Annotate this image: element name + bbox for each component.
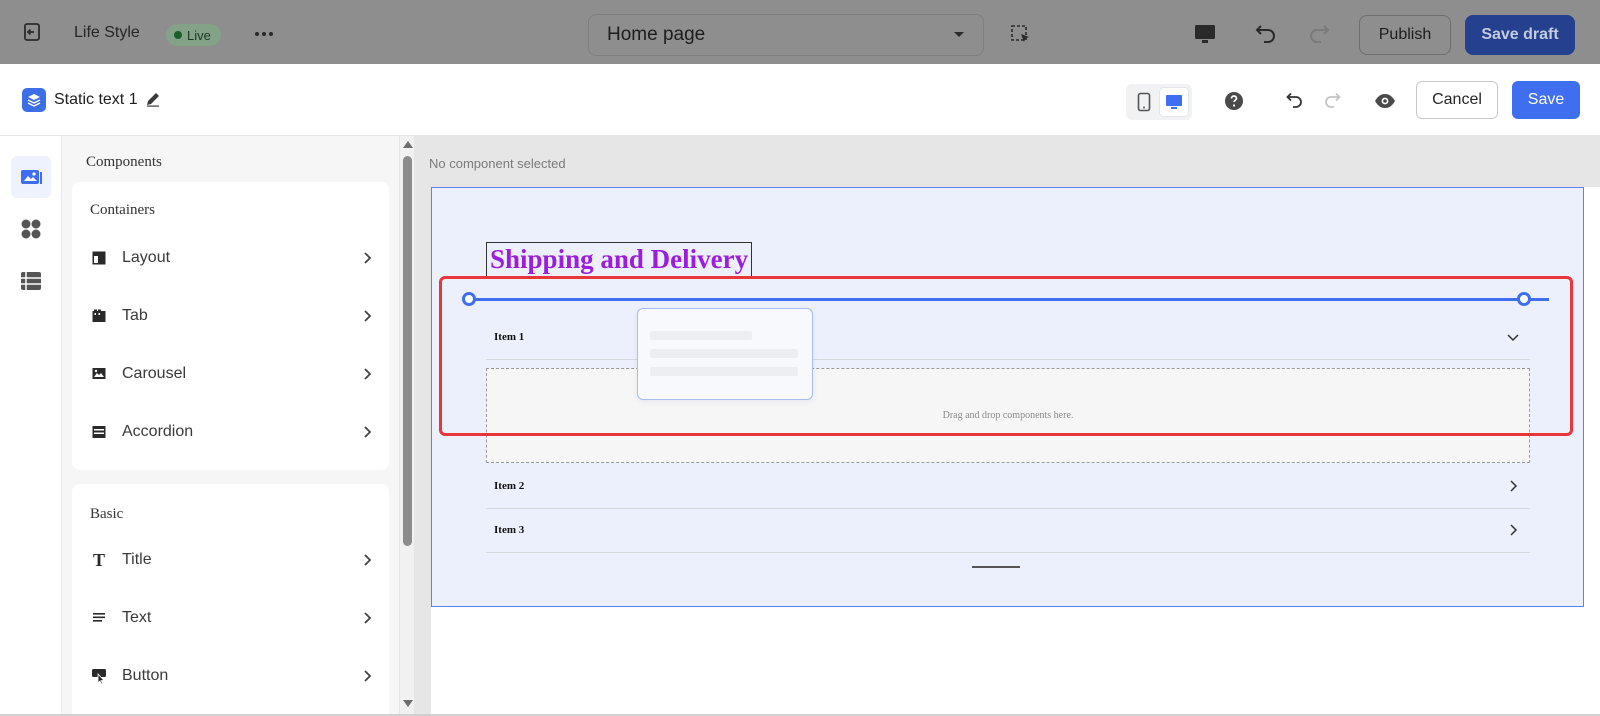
help-icon[interactable]: [1224, 91, 1244, 111]
chevron-right-icon: [364, 426, 372, 438]
live-badge-label: Live: [187, 27, 211, 43]
select-tool-icon[interactable]: [1010, 24, 1032, 46]
widgets-icon: [21, 219, 41, 239]
title-icon: T: [92, 549, 105, 570]
component-item-text[interactable]: Text: [90, 603, 375, 633]
scroll-down-arrow-icon[interactable]: [403, 700, 413, 707]
editor-header: Static text 1 Cancel Save: [0, 64, 1600, 136]
button-icon: [90, 667, 108, 685]
component-item-tab[interactable]: Tab: [90, 301, 375, 331]
list-layers-icon: [21, 272, 41, 290]
chevron-right-icon: [364, 368, 372, 380]
desktop-view-button[interactable]: [1160, 88, 1188, 116]
panel-title: Components: [86, 154, 162, 170]
rail-layers-button[interactable]: [11, 260, 51, 302]
page-select-value: Home page: [607, 24, 706, 45]
left-icon-rail: [0, 136, 62, 716]
section-heading[interactable]: Shipping and Delivery: [486, 242, 753, 277]
component-item-label: Layout: [122, 249, 171, 266]
top-bar: Life Style Live Home page Publish Save d…: [0, 0, 1600, 64]
static-text-section[interactable]: Shipping and Delivery Item 1 Drag and dr…: [431, 187, 1584, 607]
preview-canvas: No component selected Shipping and Deliv…: [414, 136, 1600, 716]
component-item-label: Accordion: [122, 423, 194, 440]
save-draft-button[interactable]: Save draft: [1465, 15, 1575, 55]
scroll-up-arrow-icon[interactable]: [403, 141, 413, 148]
cancel-button[interactable]: Cancel: [1416, 81, 1498, 119]
chevron-right-icon: [364, 670, 372, 682]
tab-icon: [90, 307, 108, 325]
chevron-right-icon: [364, 612, 372, 624]
redo-icon[interactable]: [1307, 21, 1333, 47]
desktop-icon: [1166, 95, 1182, 109]
component-item-layout[interactable]: Layout: [90, 243, 375, 273]
mobile-icon: [1137, 92, 1151, 112]
live-badge: Live: [166, 24, 221, 46]
page-frame: Shipping and Delivery Item 1 Drag and dr…: [431, 187, 1600, 716]
component-item-label: Title: [122, 551, 152, 568]
app-name: Life Style: [74, 24, 140, 41]
image-gallery-icon: [21, 170, 42, 184]
carousel-icon: [90, 365, 108, 383]
undo-icon[interactable]: [1283, 89, 1305, 111]
mobile-view-button[interactable]: [1130, 88, 1158, 116]
component-item-title[interactable]: T Title: [90, 545, 375, 575]
redo-icon[interactable]: [1322, 89, 1344, 111]
live-dot-icon: [174, 31, 182, 39]
chevron-right-icon: [1510, 480, 1518, 492]
rail-components-button[interactable]: [11, 156, 51, 198]
selection-status: No component selected: [429, 156, 566, 171]
components-panel: Components Containers Layout Tab Carouse…: [62, 136, 399, 716]
chevron-right-icon: [364, 252, 372, 264]
layers-icon: [22, 88, 46, 112]
chevron-down-icon: [954, 32, 964, 37]
component-item-carousel[interactable]: Carousel: [90, 359, 375, 389]
section-divider: [972, 566, 1020, 568]
exit-icon[interactable]: [22, 22, 42, 42]
accordion-item-label: Item 3: [494, 524, 525, 536]
chevron-right-icon: [364, 554, 372, 566]
accordion-item-label: Item 2: [494, 480, 525, 492]
accordion-item-2[interactable]: Item 2: [486, 464, 1530, 509]
device-toggle: [1126, 84, 1192, 120]
layout-icon: [90, 249, 108, 267]
component-item-accordion[interactable]: Accordion: [90, 417, 375, 447]
component-item-label: Text: [122, 609, 152, 626]
more-icon[interactable]: [252, 26, 276, 42]
desktop-preview-icon[interactable]: [1193, 23, 1217, 45]
component-editor: Static text 1 Cancel Save Components Con…: [0, 64, 1600, 716]
group-title: Containers: [90, 202, 155, 218]
accordion-item-3[interactable]: Item 3: [486, 508, 1530, 553]
containers-group: Containers Layout Tab Carousel Accordion: [72, 182, 389, 470]
page-select[interactable]: Home page: [588, 14, 984, 56]
save-button[interactable]: Save: [1512, 81, 1580, 119]
component-item-label: Tab: [122, 307, 148, 324]
undo-icon[interactable]: [1252, 21, 1278, 47]
component-item-label: Button: [122, 667, 169, 684]
group-title: Basic: [90, 506, 124, 522]
panel-scrollbar[interactable]: [399, 136, 414, 716]
highlight-annotation: [439, 276, 1573, 436]
preview-eye-icon[interactable]: [1374, 91, 1396, 111]
text-icon: [90, 609, 108, 627]
scroll-thumb[interactable]: [403, 156, 412, 546]
publish-button[interactable]: Publish: [1359, 15, 1451, 55]
component-item-button[interactable]: Button: [90, 661, 375, 691]
rail-widgets-button[interactable]: [11, 208, 51, 250]
basic-group: Basic T Title Text Button: [72, 484, 389, 716]
component-name: Static text 1: [54, 91, 138, 108]
component-item-label: Carousel: [122, 365, 187, 382]
chevron-right-icon: [364, 310, 372, 322]
accordion-icon: [90, 423, 108, 441]
pencil-icon[interactable]: [144, 90, 162, 108]
chevron-right-icon: [1510, 524, 1518, 536]
